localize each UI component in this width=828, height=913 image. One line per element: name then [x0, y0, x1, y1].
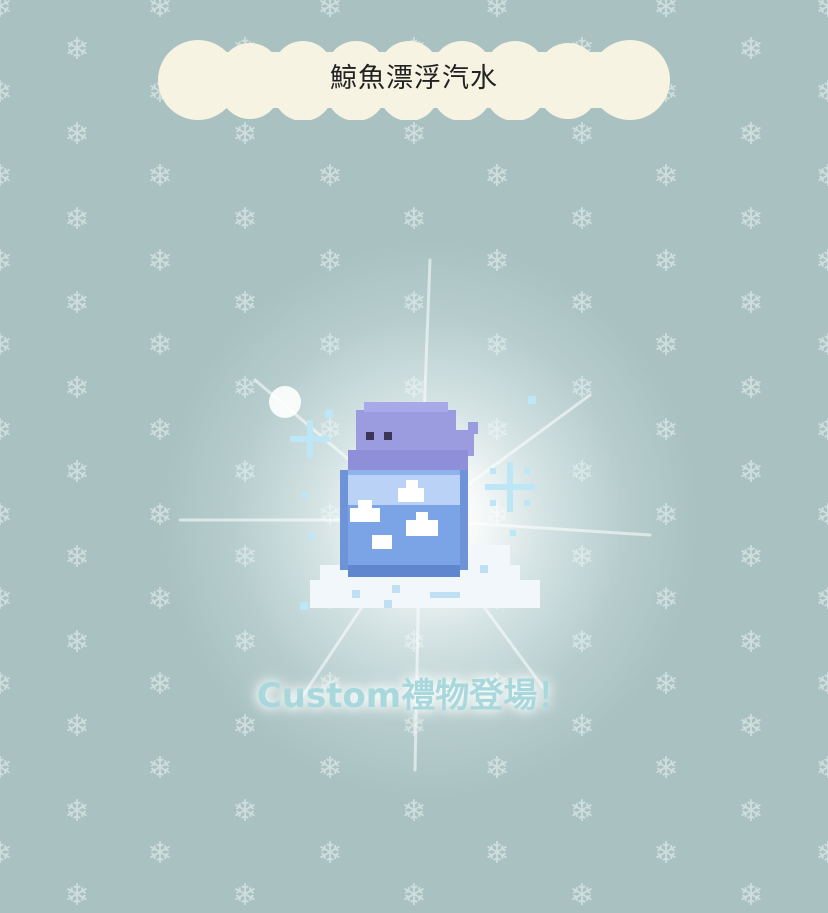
whale-soda-icon — [290, 396, 540, 610]
snowflake-icon: ❄ — [569, 878, 595, 913]
snowflake-icon: ❄ — [738, 370, 764, 406]
snowflake-icon: ❄ — [232, 201, 258, 237]
snowflake-icon: ❄ — [738, 793, 764, 829]
snowflake-icon: ❄ — [317, 243, 343, 279]
snowflake-icon: ❄ — [815, 582, 828, 618]
snowflake-icon: ❄ — [815, 159, 828, 195]
snowflake-icon: ❄ — [815, 497, 828, 533]
snowflake-icon: ❄ — [232, 793, 258, 829]
snowflake-icon: ❄ — [569, 539, 595, 575]
snowflake-icon: ❄ — [569, 370, 595, 406]
snowflake-icon: ❄ — [738, 116, 764, 152]
snowflake-icon: ❄ — [401, 793, 427, 829]
snowflake-icon: ❄ — [64, 539, 90, 575]
snowflake-icon: ❄ — [484, 243, 510, 279]
snowflake-icon: ❄ — [569, 286, 595, 322]
snowflake-icon: ❄ — [738, 286, 764, 322]
snowflake-icon: ❄ — [232, 455, 258, 491]
snowflake-icon: ❄ — [569, 624, 595, 660]
snowflake-icon: ❄ — [569, 793, 595, 829]
snowflake-icon: ❄ — [147, 328, 173, 364]
snowflake-icon: ❄ — [317, 836, 343, 871]
snowflake-icon: ❄ — [653, 0, 679, 25]
snowflake-icon: ❄ — [653, 328, 679, 364]
snowflake-icon: ❄ — [232, 286, 258, 322]
snowflake-icon: ❄ — [147, 243, 173, 279]
snowflake-icon: ❄ — [147, 836, 173, 871]
snowflake-icon: ❄ — [0, 839, 15, 869]
snowflake-icon: ❄ — [569, 455, 595, 491]
snowflake-icon: ❄ — [64, 286, 90, 322]
snowflake-icon: ❄ — [64, 201, 90, 237]
snowflake-icon: ❄ — [569, 116, 595, 152]
snowflake-icon: ❄ — [0, 585, 15, 615]
snowflake-icon: ❄ — [232, 878, 258, 913]
title-banner: 鯨魚漂浮汽水 — [158, 40, 670, 120]
snowflake-icon: ❄ — [815, 836, 828, 871]
snowflake-icon: ❄ — [401, 201, 427, 237]
snowflake-icon: ❄ — [738, 624, 764, 660]
snowflake-icon: ❄ — [0, 77, 15, 108]
snowflake-icon: ❄ — [147, 0, 173, 25]
snowflake-icon: ❄ — [653, 497, 679, 533]
snowflake-icon: ❄ — [317, 159, 343, 195]
snowflake-icon: ❄ — [484, 836, 510, 871]
snowflake-icon: ❄ — [0, 754, 15, 784]
snowflake-icon: ❄ — [0, 416, 15, 446]
snowflake-icon: ❄ — [0, 162, 15, 192]
gift-announcement: Custom禮物登場！ — [256, 676, 572, 716]
snowflake-icon: ❄ — [815, 751, 828, 787]
snowflake-icon: ❄ — [0, 0, 15, 23]
snowflake-icon: ❄ — [64, 793, 90, 829]
snowflake-icon: ❄ — [64, 116, 90, 152]
snowflake-icon: ❄ — [484, 0, 510, 25]
snowflake-icon: ❄ — [0, 331, 15, 361]
snowflake-icon: ❄ — [653, 751, 679, 787]
snowflake-icon: ❄ — [401, 624, 427, 660]
snowflake-icon: ❄ — [815, 243, 828, 279]
snowflake-icon: ❄ — [401, 116, 427, 152]
snowflake-icon: ❄ — [64, 455, 90, 491]
snowflake-icon: ❄ — [653, 413, 679, 448]
snowflake-icon: ❄ — [0, 246, 15, 277]
snowflake-icon: ❄ — [64, 32, 90, 68]
snowflake-icon: ❄ — [64, 624, 90, 660]
snowflake-icon: ❄ — [815, 328, 828, 364]
snowflake-icon: ❄ — [147, 159, 173, 195]
snowflake-icon: ❄ — [484, 751, 510, 787]
snowflake-icon: ❄ — [738, 539, 764, 575]
snowflake-icon: ❄ — [64, 370, 90, 406]
snowflake-icon: ❄ — [815, 0, 828, 25]
snowflake-icon: ❄ — [317, 751, 343, 787]
snowflake-icon: ❄ — [317, 0, 343, 25]
snowflake-icon: ❄ — [738, 201, 764, 237]
snowflake-icon: ❄ — [653, 243, 679, 279]
snowflake-icon: ❄ — [738, 32, 764, 68]
snowflake-icon: ❄ — [738, 455, 764, 491]
snowflake-icon: ❄ — [484, 328, 510, 364]
snowflake-icon: ❄ — [317, 328, 343, 364]
snowflake-icon: ❄ — [232, 370, 258, 406]
snowflake-icon: ❄ — [653, 582, 679, 618]
item-title: 鯨魚漂浮汽水 — [330, 63, 498, 94]
snowflake-icon: ❄ — [401, 286, 427, 322]
snowflake-icon: ❄ — [232, 116, 258, 152]
snowflake-icon: ❄ — [64, 878, 90, 913]
snowflake-icon: ❄ — [815, 413, 828, 448]
snowflake-icon: ❄ — [147, 582, 173, 618]
snowflake-icon: ❄ — [147, 497, 173, 533]
snowflake-icon: ❄ — [0, 500, 15, 531]
snowflake-icon: ❄ — [738, 878, 764, 913]
snowflake-icon: ❄ — [653, 836, 679, 871]
snowflake-icon: ❄ — [147, 413, 173, 448]
snowflake-icon: ❄ — [484, 159, 510, 195]
snowflake-icon: ❄ — [815, 74, 828, 110]
snowflake-icon: ❄ — [232, 624, 258, 660]
snowflake-icon: ❄ — [147, 751, 173, 787]
snowflake-icon: ❄ — [232, 539, 258, 575]
snowflake-icon: ❄ — [569, 201, 595, 237]
snowflake-icon: ❄ — [401, 878, 427, 913]
snowflake-icon: ❄ — [653, 159, 679, 195]
